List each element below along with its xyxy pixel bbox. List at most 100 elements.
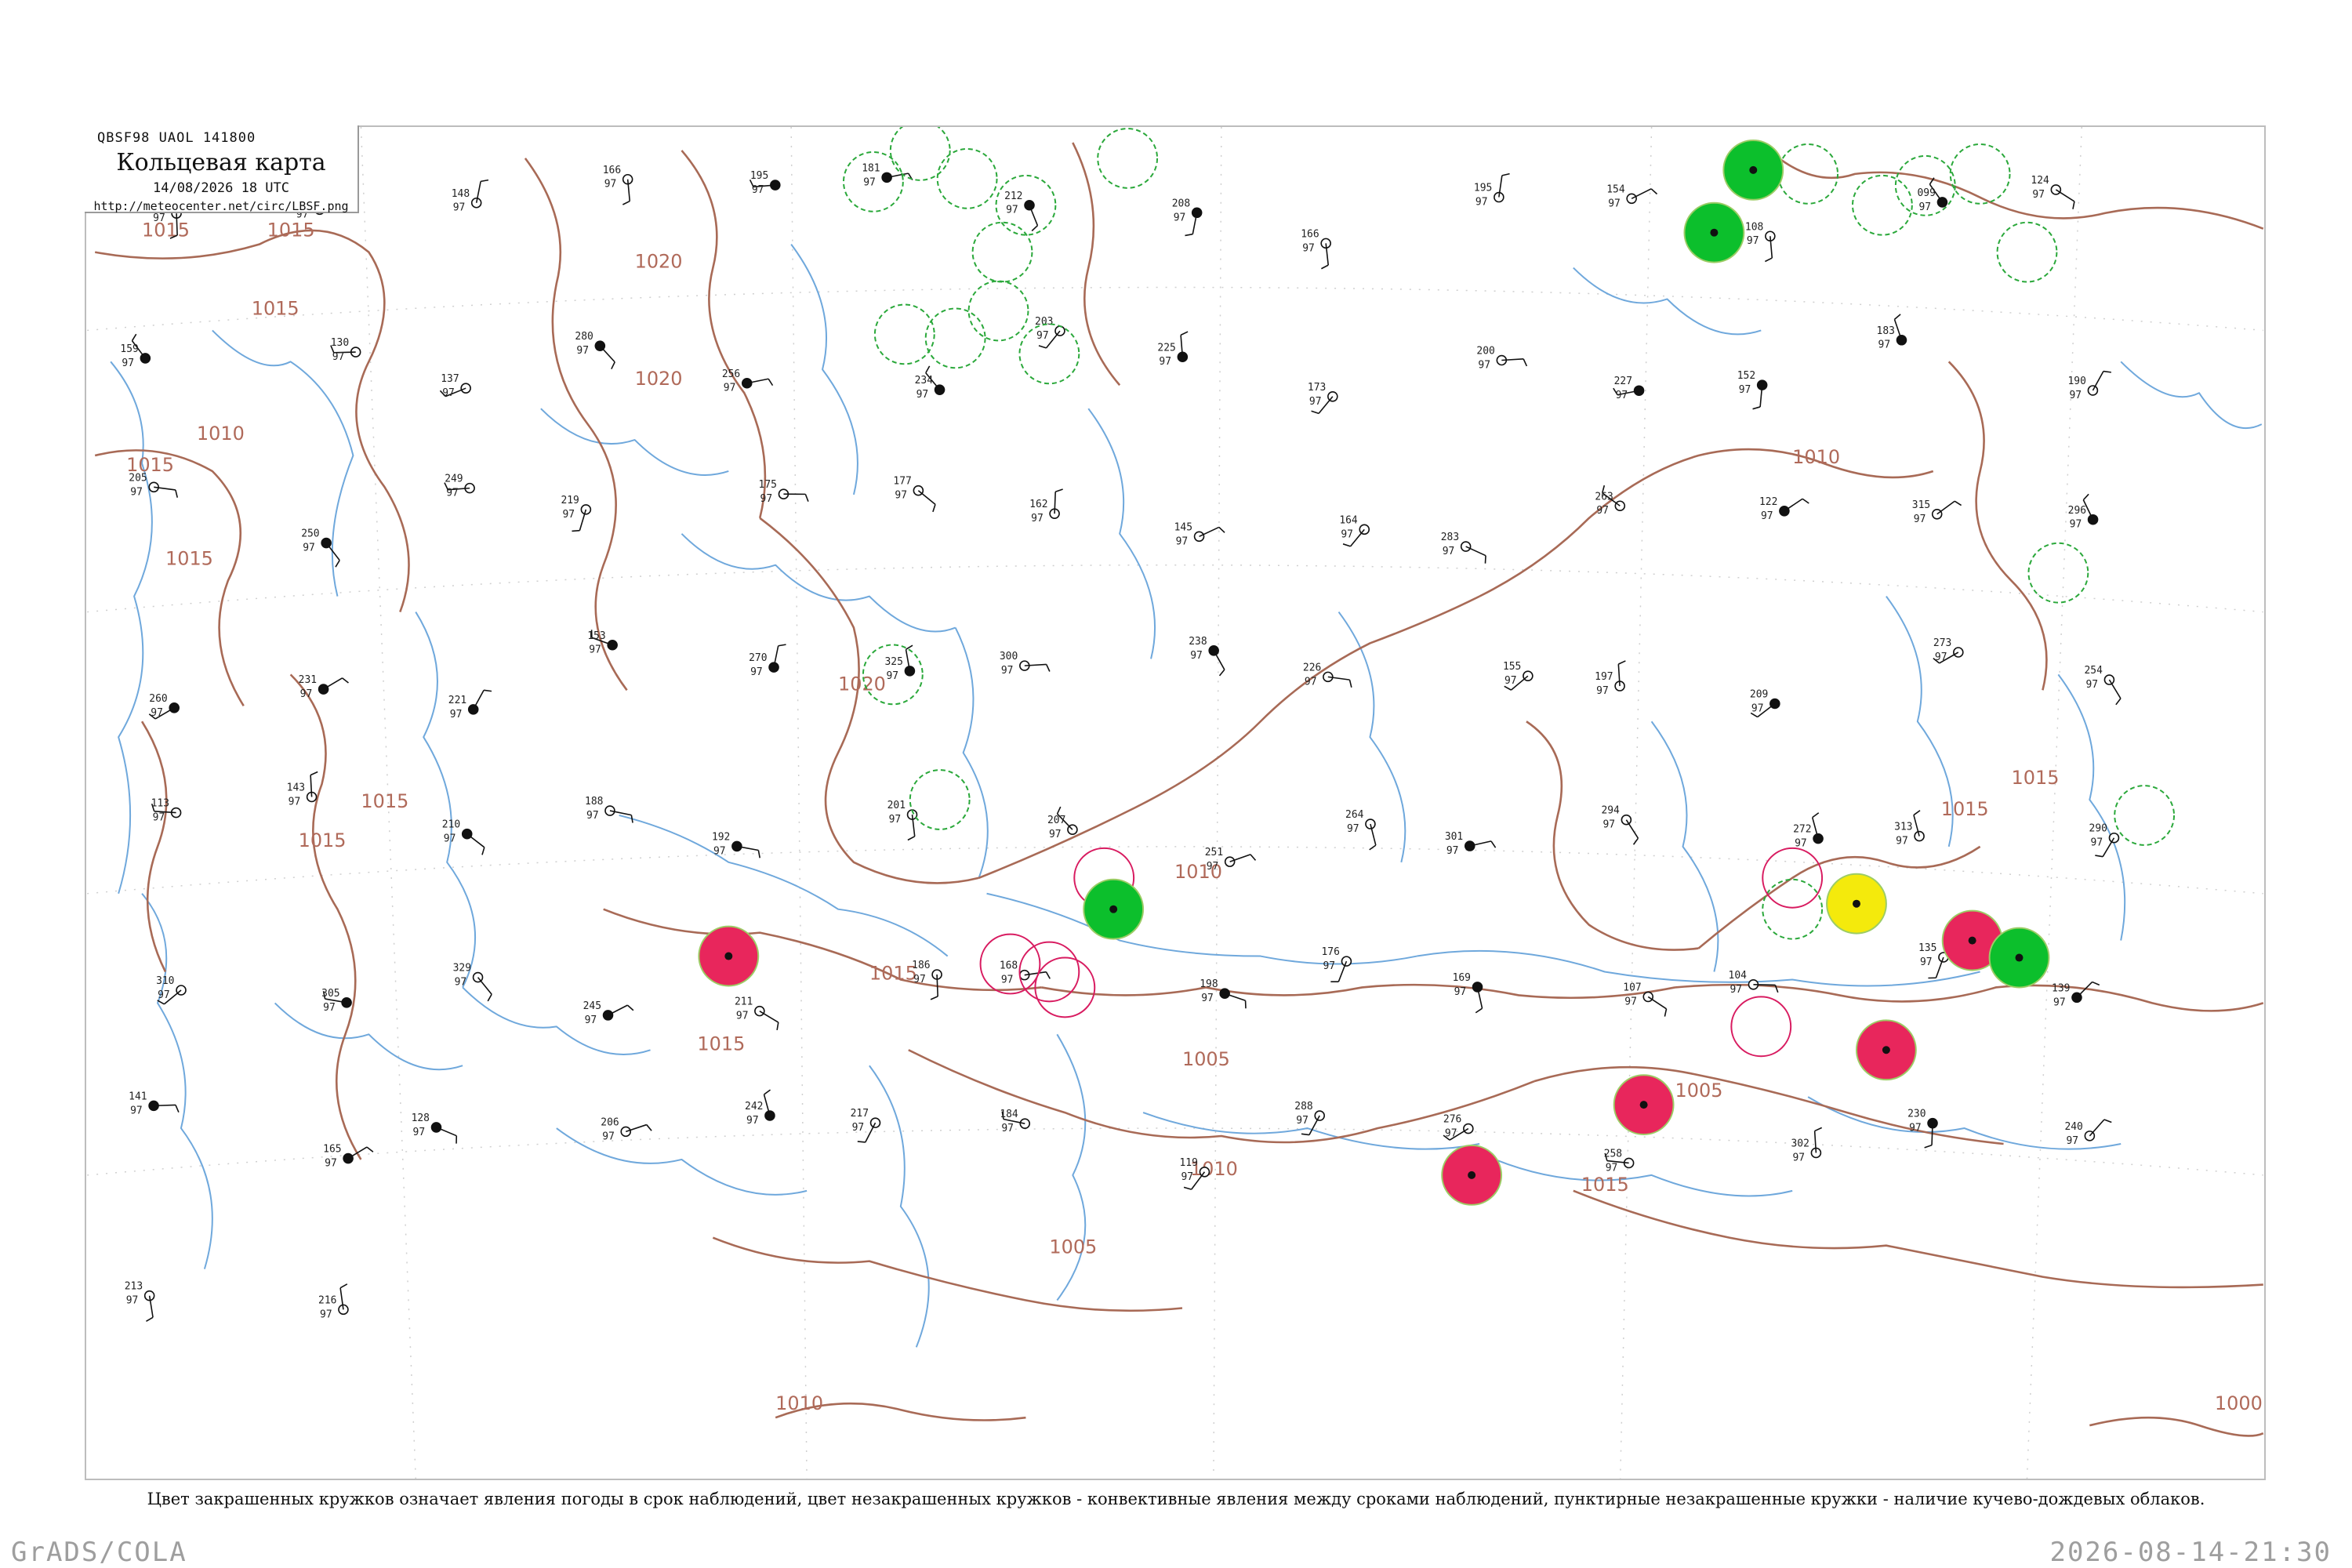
station-pressure: 249: [445, 474, 463, 485]
station-temp: 97: [1909, 1123, 1922, 1134]
isobar-label: 1015: [1941, 798, 1989, 820]
wind-feather: [906, 644, 913, 651]
station-plot: 10797: [1623, 982, 1668, 1017]
station-pressure: 240: [2064, 1121, 2082, 1133]
station-pressure: 176: [1321, 946, 1339, 958]
station-plot: 29097: [2089, 823, 2120, 858]
station-temp: 97: [1475, 197, 1488, 209]
station-plot: 25497: [2084, 665, 2122, 706]
isobar-label: 1015: [165, 548, 213, 570]
station-plot: 26097: [148, 693, 180, 720]
station-temp: 97: [1624, 996, 1637, 1007]
station-temp: 97: [1159, 356, 1171, 368]
station-plot: 16297: [1029, 488, 1063, 524]
station-pressure: 264: [1345, 809, 1364, 821]
map-date: 14/08/2026 18 UTC: [153, 180, 289, 196]
isobar-label: 1010: [775, 1392, 823, 1414]
wind-feather: [1369, 844, 1377, 851]
wind-feather: [1523, 358, 1528, 367]
isobar-label: 1015: [142, 220, 190, 241]
station-plot: 30597: [321, 988, 352, 1014]
source-link[interactable]: http://meteocenter.net/circ/LBSF.png: [85, 199, 358, 213]
station-temp: 97: [300, 688, 313, 700]
station-temp: 97: [852, 1122, 865, 1134]
station-temp: 97: [713, 845, 726, 857]
station-pressure: 226: [1303, 662, 1321, 673]
station-plot: 21297: [1004, 191, 1039, 232]
station-pressure: 273: [1933, 637, 1951, 649]
wind-barb: [1465, 546, 1486, 557]
station-pressure: 300: [1000, 651, 1018, 662]
station-plot: 18697: [912, 960, 942, 1000]
station-plot: 24597: [583, 1000, 634, 1026]
station-temp: 97: [289, 796, 301, 808]
legend-caption: Цвет закрашенных кружков означает явлени…: [147, 1490, 2205, 1508]
wind-feather: [776, 1022, 779, 1031]
wind-feather: [646, 1124, 652, 1131]
station-temp: 97: [1504, 675, 1517, 687]
wind-barb: [477, 977, 492, 995]
wind-feather: [481, 847, 485, 855]
station-plot: 13097: [330, 337, 361, 363]
convective-circle: [909, 769, 971, 830]
weather-marker-center: [1468, 1171, 1476, 1179]
station-pressure: 251: [1205, 847, 1223, 858]
wind-feather: [626, 1004, 634, 1011]
station-pressure: 192: [712, 831, 730, 843]
station-plot: 24297: [745, 1089, 775, 1127]
station-temp: 97: [153, 812, 165, 824]
wind-feather: [310, 771, 318, 776]
station-pressure: 188: [585, 796, 603, 808]
station-plot: 17797: [893, 476, 936, 513]
station-pressure: 186: [912, 960, 930, 971]
station-pressure: 260: [149, 693, 167, 705]
station-circle: [2087, 514, 2099, 525]
station-plot: 23197: [299, 674, 349, 700]
weather-marker-center: [1852, 899, 1860, 908]
wind-feather: [1650, 188, 1658, 195]
station-temp: 97: [576, 345, 589, 357]
wind-barb: [2102, 837, 2115, 858]
station-plot: 10897: [1745, 221, 1776, 263]
station-pressure: 195: [1474, 183, 1492, 194]
wind-feather: [483, 689, 492, 692]
station-temp: 97: [724, 383, 736, 394]
station-temp: 97: [450, 709, 463, 720]
station-temp: 97: [886, 670, 898, 682]
wind-feather: [1185, 233, 1193, 237]
wind-barb: [917, 490, 936, 505]
isobar-label: 1015: [252, 297, 299, 319]
station-pressure: 154: [1606, 183, 1625, 195]
station-plot: 24997: [444, 474, 475, 499]
convective-circle: [967, 280, 1029, 342]
wind-feather: [907, 836, 916, 841]
convective-circle: [1730, 996, 1792, 1058]
station-temp: 97: [1596, 505, 1609, 517]
wind-barb: [1199, 526, 1220, 538]
isobar-label: 1000: [2215, 1392, 2263, 1414]
wind-feather: [487, 993, 492, 1002]
station-pressure: 190: [2068, 376, 2086, 387]
station-circle: [1464, 840, 1475, 851]
station-temp: 97: [323, 1002, 336, 1014]
station-plot: 17597: [759, 479, 809, 505]
station-plot: 16897: [1000, 960, 1051, 986]
wind-feather: [1814, 1127, 1823, 1132]
station-plot: 12497: [2031, 175, 2075, 209]
wind-feather: [622, 200, 630, 205]
station-temp: 97: [1606, 1162, 1618, 1174]
station-plot: 20997: [1750, 689, 1780, 718]
station-plot: 19797: [1595, 660, 1626, 697]
wind-feather: [1321, 264, 1329, 270]
wind-barb: [347, 1146, 368, 1160]
wind-feather: [1664, 1008, 1668, 1017]
station-plot: 27697: [1443, 1114, 1474, 1141]
station-pressure: 283: [1441, 532, 1459, 543]
station-temp: 97: [453, 202, 466, 214]
station-pressure: 230: [1907, 1109, 1926, 1120]
station-plot: 20197: [887, 800, 918, 841]
station-temp: 97: [1792, 1152, 1805, 1163]
station-pressure: 231: [299, 674, 317, 686]
wind-feather: [1311, 410, 1319, 415]
station-pressure: 169: [1453, 972, 1471, 984]
